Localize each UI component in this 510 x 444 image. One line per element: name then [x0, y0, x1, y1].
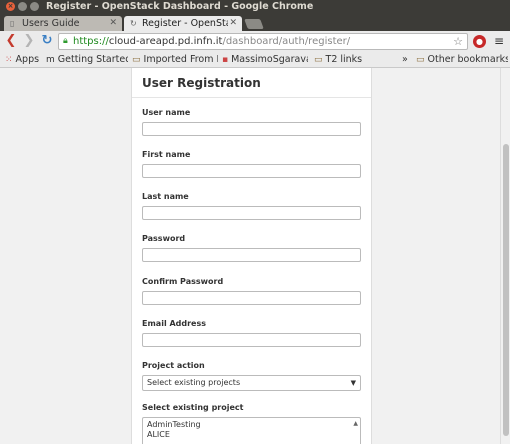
- dropdown-caret-icon: ▼: [350, 379, 356, 387]
- bookmarks-overflow-button[interactable]: »: [402, 52, 412, 67]
- back-arrow-icon[interactable]: ❮: [4, 34, 18, 48]
- new-tab-button[interactable]: [244, 19, 264, 29]
- forward-arrow-icon[interactable]: ❯: [22, 34, 36, 48]
- confirm-password-input[interactable]: [142, 291, 361, 305]
- page-icon: ▯: [10, 19, 15, 28]
- window-title-bar: × Register - OpenStack Dashboard - Googl…: [0, 0, 510, 14]
- password-input[interactable]: [142, 248, 361, 262]
- window-close-icon[interactable]: ×: [6, 2, 15, 11]
- tab-close-icon[interactable]: ✕: [109, 16, 117, 31]
- lock-icon: 🔒︎: [63, 36, 68, 46]
- bookmark-star-icon[interactable]: ☆: [453, 34, 463, 49]
- tab-label: Register - OpenStack Dashboard: [142, 18, 228, 29]
- url-text: https://cloud-areapd.pd.infn.it/dashboar…: [73, 36, 351, 47]
- list-scroll-up-icon[interactable]: ▲: [353, 420, 358, 427]
- password-label: Password: [142, 234, 186, 243]
- page-viewport: User Registration User name First name L…: [0, 68, 510, 444]
- address-bar[interactable]: 🔒︎ https://cloud-areapd.pd.infn.it/dashb…: [58, 33, 468, 50]
- tab-strip: ▯ Users Guide ✕ ↻ Register - OpenStack D…: [0, 14, 510, 31]
- list-item[interactable]: ALICE: [147, 430, 356, 440]
- title-divider: [132, 97, 371, 98]
- window-minimize-icon[interactable]: [18, 2, 27, 11]
- folder-icon: ▭: [314, 55, 323, 65]
- bookmark-apps[interactable]: ⁙ Apps: [5, 52, 45, 67]
- project-action-select[interactable]: Select existing projects ▼: [142, 375, 361, 391]
- page-scrollbar[interactable]: [500, 68, 510, 444]
- extension-icon[interactable]: ●: [473, 35, 486, 48]
- email-label: Email Address: [142, 319, 207, 328]
- scrollbar-thumb[interactable]: [503, 144, 509, 436]
- bookmarks-bar: ⁙Apps mGetting Started ▭Imported From Fi…: [0, 52, 510, 68]
- getting-started-icon: m: [46, 55, 55, 65]
- bookmark-other-bookmarks[interactable]: ▭ Other bookmarks: [416, 52, 508, 67]
- tab-register[interactable]: ↻ Register - OpenStack Dashboard ✕: [124, 16, 242, 31]
- email-input[interactable]: [142, 333, 361, 347]
- username-label: User name: [142, 108, 191, 117]
- tab-label: Users Guide: [22, 18, 80, 29]
- chrome-menu-icon[interactable]: ≡: [492, 34, 506, 48]
- project-action-value: Select existing projects: [147, 378, 241, 387]
- bookmark-page-icon: ▪: [222, 55, 229, 65]
- username-input[interactable]: [142, 122, 361, 136]
- openstack-favicon-icon: ↻: [130, 19, 137, 28]
- form-title: User Registration: [142, 76, 261, 90]
- tab-users-guide[interactable]: ▯ Users Guide ✕: [4, 16, 122, 31]
- bookmark-getting-started[interactable]: m Getting Started: [46, 52, 128, 67]
- project-action-label: Project action: [142, 361, 205, 370]
- apps-grid-icon: ⁙: [5, 55, 13, 65]
- folder-icon: ▭: [132, 55, 141, 65]
- existing-project-list[interactable]: AdminTesting ALICE ▲: [142, 417, 361, 444]
- registration-form: User Registration User name First name L…: [131, 68, 372, 444]
- window-maximize-icon[interactable]: [30, 2, 39, 11]
- existing-project-label: Select existing project: [142, 403, 244, 412]
- tab-close-icon[interactable]: ✕: [229, 16, 237, 31]
- confirm-password-label: Confirm Password: [142, 277, 224, 286]
- bookmark-t2-links[interactable]: ▭ T2 links: [314, 52, 369, 67]
- bookmark-massimosgaravatto[interactable]: ▪MassimoSgaravatto: [222, 52, 308, 67]
- browser-toolbar: ❮ ❯ ↻ 🔒︎ https://cloud-areapd.pd.infn.it…: [0, 31, 510, 52]
- reload-icon[interactable]: ↻: [40, 34, 54, 48]
- window-title: Register - OpenStack Dashboard - Google …: [46, 1, 314, 12]
- bookmark-imported-from-firefox[interactable]: ▭Imported From Firefox: [132, 52, 218, 67]
- first-name-input[interactable]: [142, 164, 361, 178]
- folder-icon: ▭: [416, 55, 425, 65]
- last-name-label: Last name: [142, 192, 189, 201]
- first-name-label: First name: [142, 150, 191, 159]
- list-item[interactable]: AdminTesting: [147, 420, 356, 430]
- last-name-input[interactable]: [142, 206, 361, 220]
